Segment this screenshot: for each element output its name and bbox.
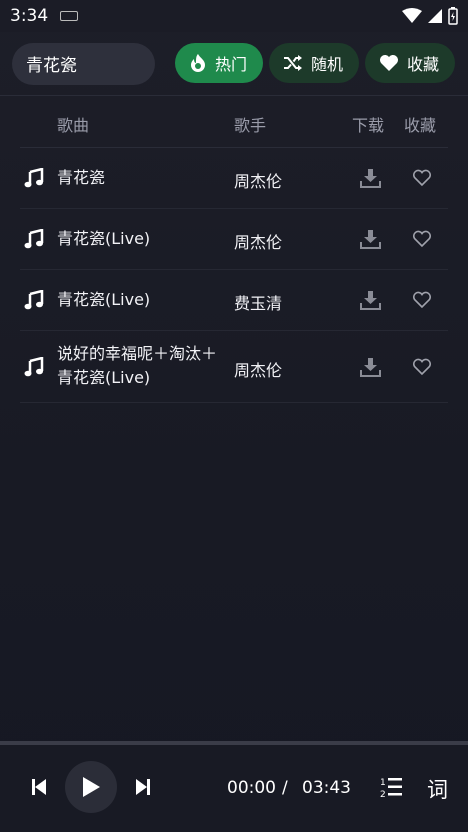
header-favorite: 收藏 (404, 116, 437, 135)
keyboard-icon (60, 11, 79, 21)
table-row[interactable]: 青花瓷 周杰伦 (20, 148, 448, 209)
battery-icon (448, 7, 458, 25)
heart-outline-icon[interactable] (412, 169, 432, 187)
music-note-icon (24, 290, 44, 310)
total-time: 03:43 (302, 778, 351, 798)
song-artist: 费玉清 (234, 294, 283, 313)
song-title: 青花瓷(Live) (57, 290, 151, 309)
current-time: 00:00 (227, 778, 276, 798)
svg-text:1: 1 (380, 778, 386, 788)
heart-outline-icon[interactable] (412, 358, 432, 376)
song-title: 青花瓷(Live) (57, 229, 151, 248)
lyrics-button[interactable]: 词 (427, 774, 448, 804)
svg-text:2: 2 (380, 790, 386, 798)
play-button[interactable] (65, 761, 117, 813)
next-icon[interactable] (136, 779, 150, 795)
search-value: 青花瓷 (26, 56, 77, 76)
hot-button[interactable]: 热门 (175, 43, 263, 83)
heart-outline-icon[interactable] (412, 291, 432, 309)
heart-outline-icon[interactable] (412, 230, 432, 248)
music-note-icon (24, 357, 44, 377)
signal-icon (428, 9, 442, 23)
header-download: 下载 (352, 116, 385, 135)
random-label: 随机 (311, 55, 344, 74)
download-icon[interactable] (360, 229, 381, 249)
song-artist: 周杰伦 (234, 172, 283, 191)
status-time: 3:34 (10, 6, 49, 26)
table-row[interactable]: 说好的幸福呢＋淘汰＋青花瓷(Live) 周杰伦 (20, 331, 448, 403)
top-bar: 青花瓷 热门 随机 收藏 (0, 32, 468, 96)
download-icon[interactable] (360, 290, 381, 310)
status-bar: 3:34 (0, 0, 468, 32)
search-input[interactable]: 青花瓷 (12, 42, 155, 85)
song-title: 说好的幸福呢＋淘汰＋青花瓷(Live) (57, 344, 218, 387)
previous-icon[interactable] (32, 779, 46, 795)
random-button[interactable]: 随机 (269, 43, 359, 83)
hot-label: 热门 (215, 55, 248, 74)
song-table-header: 歌曲 歌手 下载 收藏 (20, 96, 448, 148)
shuffle-icon (284, 55, 302, 71)
download-icon[interactable] (360, 357, 381, 377)
table-row[interactable]: 青花瓷(Live) 费玉清 (20, 270, 448, 331)
favorites-button[interactable]: 收藏 (365, 43, 455, 83)
song-title: 青花瓷 (57, 168, 106, 187)
wifi-icon (402, 8, 422, 23)
music-note-icon (24, 168, 44, 188)
header-artist: 歌手 (234, 116, 267, 135)
play-icon (83, 777, 100, 797)
status-icons (402, 7, 458, 25)
time-separator: / (282, 778, 288, 798)
song-artist: 周杰伦 (234, 361, 283, 380)
flame-icon (191, 54, 205, 72)
heart-filled-icon (380, 55, 398, 71)
favorites-label: 收藏 (407, 55, 440, 74)
music-note-icon (24, 229, 44, 249)
player-bar: 00:00 / 03:43 1 2 词 (0, 745, 468, 832)
download-icon[interactable] (360, 168, 381, 188)
song-artist: 周杰伦 (234, 233, 283, 252)
header-song: 歌曲 (57, 116, 90, 135)
playlist-icon[interactable]: 1 2 (380, 776, 402, 798)
table-row[interactable]: 青花瓷(Live) 周杰伦 (20, 209, 448, 270)
